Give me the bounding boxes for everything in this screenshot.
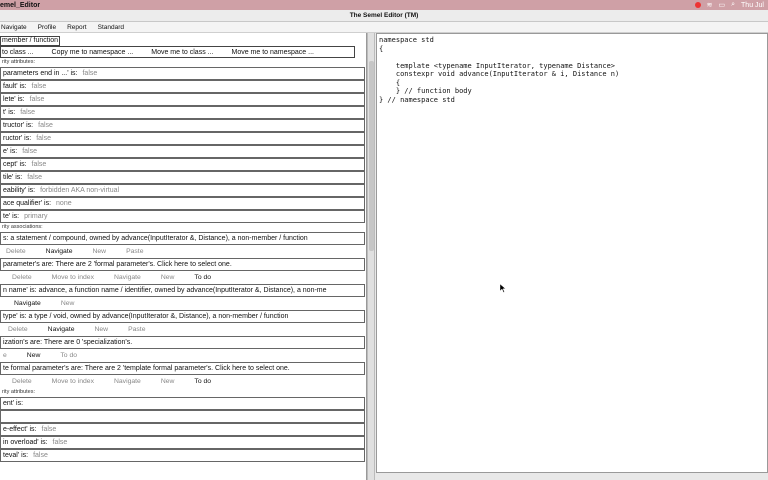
mouse-pointer-icon [500, 284, 506, 293]
move-to-class-button[interactable]: Move me to class ... [151, 49, 213, 56]
wifi-icon[interactable]: ≋ [707, 1, 713, 9]
new-button[interactable]: New [61, 300, 75, 307]
association-row[interactable]: te formal parameter's are: There are 2 '… [0, 362, 365, 375]
navigate-button[interactable]: Navigate [46, 248, 73, 255]
menu-profile[interactable]: Profile [37, 24, 57, 31]
move-to-namespace-button[interactable]: Move me to namespace ... [231, 49, 313, 56]
attribute-row[interactable]: in overload' is: false [0, 436, 365, 449]
copy-to-namespace-button[interactable]: Copy me to namespace ... [52, 49, 134, 56]
attribute-row[interactable]: teval' is: false [0, 449, 365, 462]
association-row[interactable]: parameter's are: There are 2 'formal par… [0, 258, 365, 271]
scrollbar-thumb[interactable] [369, 61, 374, 251]
navigate-button[interactable]: Navigate [114, 274, 141, 281]
attribute-row[interactable]: e' is: false [0, 145, 365, 158]
attribute-row[interactable]: cept' is: false [0, 158, 365, 171]
battery-icon[interactable]: ▭ [718, 1, 725, 9]
attribute-row[interactable] [0, 410, 365, 423]
attribute-row[interactable]: ructor' is: false [0, 132, 365, 145]
paste-button[interactable]: Paste [126, 248, 143, 255]
move-to-index-button[interactable]: Move to index [52, 274, 94, 281]
splitter[interactable] [367, 33, 375, 480]
attribute-row[interactable]: tile' is: false [0, 171, 365, 184]
delete-button[interactable]: Delete [12, 378, 32, 385]
attribute-row[interactable]: lete' is: false [0, 93, 365, 106]
delete-button[interactable]: Delete [8, 326, 28, 333]
new-button[interactable]: New [27, 352, 41, 359]
move-to-index-button[interactable]: Move to index [52, 378, 94, 385]
association-row[interactable]: type' is: a type / void, owned by advanc… [0, 310, 365, 323]
attribute-row[interactable]: t' is: false [0, 106, 365, 119]
attribute-row[interactable]: tructor' is: false [0, 119, 365, 132]
delete-button[interactable]: Delete [12, 274, 32, 281]
association-actions: Delete Navigate New Paste [0, 245, 366, 258]
record-icon [694, 2, 701, 8]
delete-button[interactable]: Delete [6, 248, 26, 255]
association-actions: Delete Move to index Navigate New To do [0, 271, 366, 284]
new-button[interactable]: New [92, 248, 106, 255]
new-button[interactable]: New [161, 274, 175, 281]
element-inspector: member / function to class ... Copy me t… [0, 33, 367, 480]
navigate-button[interactable]: Navigate [48, 326, 75, 333]
app-menu: Navigate Profile Report Standard [0, 22, 768, 33]
association-actions: e New To do [0, 349, 366, 362]
code-view[interactable]: namespace std { template <typename Input… [376, 33, 768, 473]
delete-button[interactable]: e [3, 352, 7, 359]
app-name[interactable]: emel_Editor [0, 2, 40, 9]
section-attributes: rity attributes: [2, 59, 36, 65]
element-kind-field[interactable]: member / function [0, 36, 61, 46]
attribute-row[interactable]: ace qualifier' is: none [0, 197, 365, 210]
navigate-button[interactable]: Navigate [14, 300, 41, 307]
clock[interactable]: Thu Jul [741, 2, 764, 9]
navigate-button[interactable]: Navigate [114, 378, 141, 385]
attribute-row[interactable]: fault' is: false [0, 80, 365, 93]
association-row[interactable]: ization's are: There are 0 'specializati… [0, 336, 365, 349]
association-row[interactable]: n name' is: advance, a function name / i… [0, 284, 365, 297]
paste-button[interactable]: Paste [128, 326, 145, 333]
section-attributes-2: rity attributes: [2, 389, 36, 395]
copy-to-class-button[interactable]: to class ... [2, 49, 34, 56]
new-button[interactable]: New [161, 378, 175, 385]
menu-report[interactable]: Report [66, 24, 88, 31]
window-title: The Semel Editor (TM) [0, 10, 768, 22]
menu-navigate[interactable]: Navigate [0, 24, 28, 31]
attribute-row[interactable]: te' is: primary [0, 210, 365, 223]
menu-standard[interactable]: Standard [97, 24, 125, 31]
to-do-button[interactable]: To do [194, 274, 211, 281]
search-icon[interactable]: ⌕ [731, 1, 735, 9]
system-menubar: emel_Editor ≋ ▭ ⌕ Thu Jul [0, 0, 768, 10]
section-associations: rity associations: [2, 224, 43, 230]
association-row[interactable]: s: a statement / compound, owned by adva… [0, 232, 365, 245]
association-actions: Delete Move to index Navigate New To do [0, 375, 366, 388]
new-button[interactable]: New [94, 326, 108, 333]
attribute-row[interactable]: eability' is: forbidden AKA non-virtual [0, 184, 365, 197]
attribute-row[interactable]: parameters end in ...' is: false [0, 67, 365, 80]
to-do-button[interactable]: To do [194, 378, 211, 385]
attribute-row[interactable]: e-effect' is: false [0, 423, 365, 436]
association-actions: Delete Navigate New Paste [0, 323, 366, 336]
association-actions: Navigate New [0, 297, 366, 310]
to-do-button[interactable]: To do [60, 352, 77, 359]
attribute-row[interactable]: ent' is: [0, 397, 365, 410]
